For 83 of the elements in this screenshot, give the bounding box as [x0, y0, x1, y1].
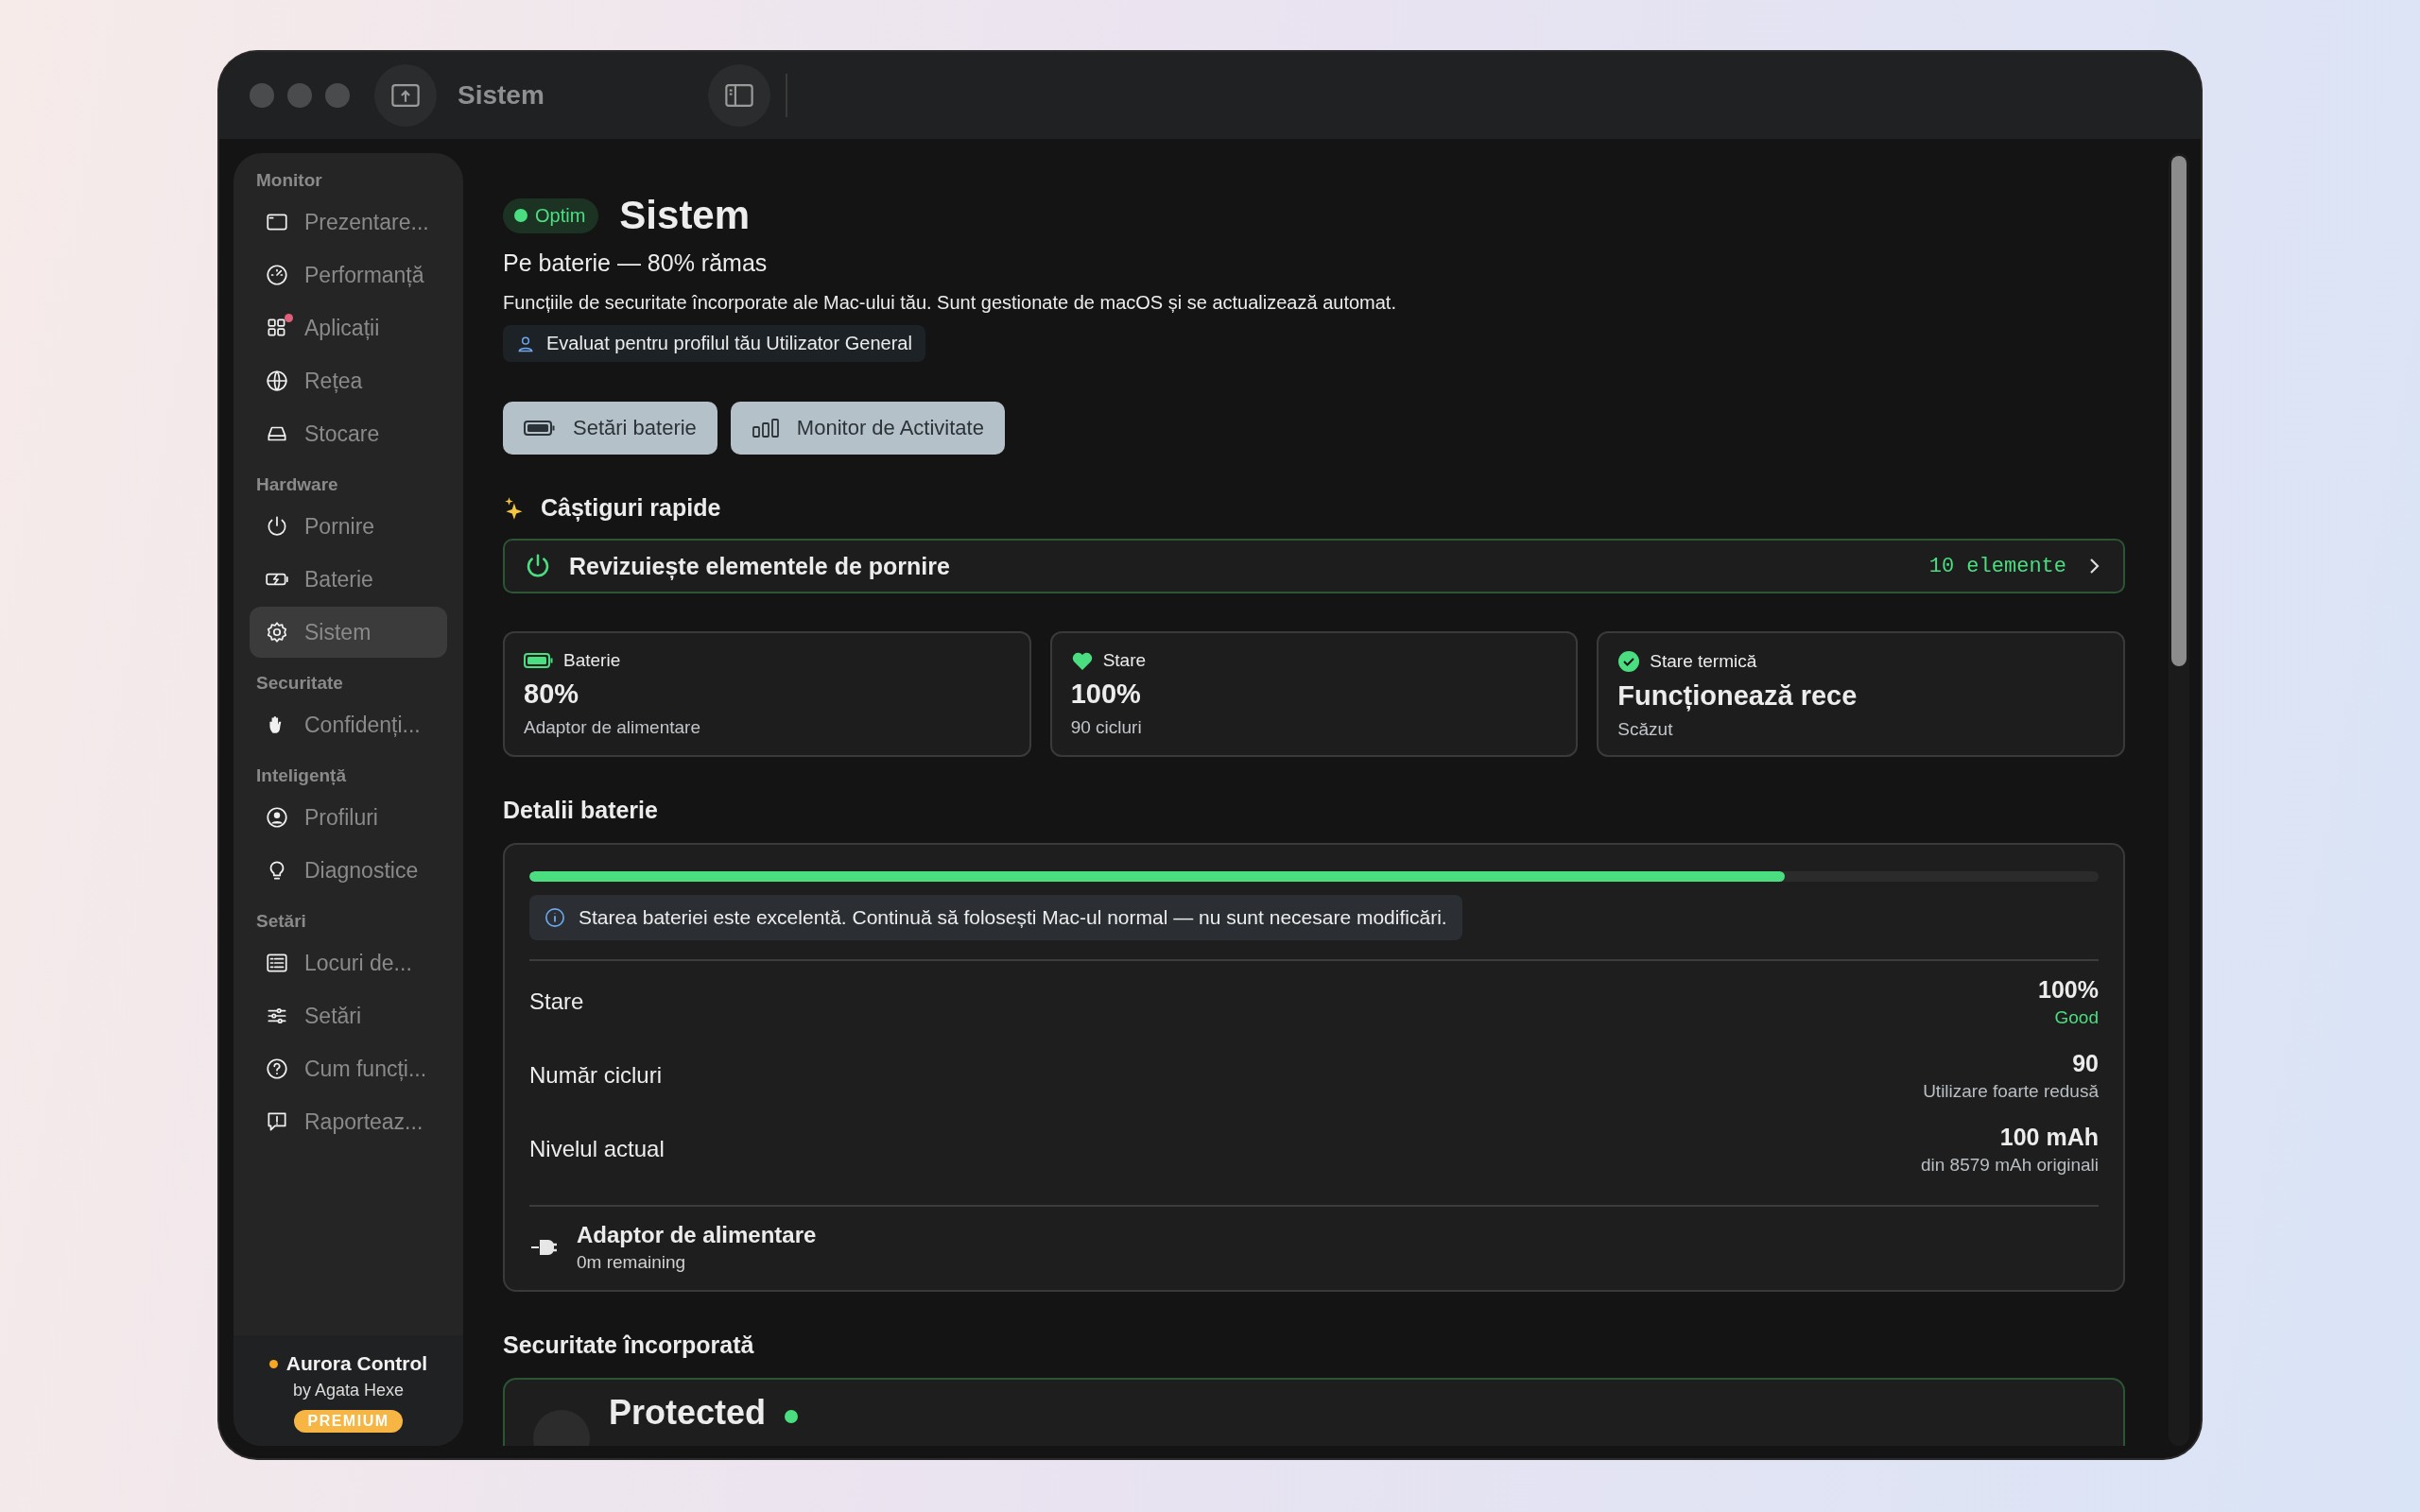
- card-value: Funcționează rece: [1617, 680, 1858, 712]
- card-label: Baterie: [563, 650, 621, 671]
- sidebar-item[interactable]: Rețea: [250, 355, 447, 406]
- card-detail: Scăzut: [1617, 719, 1674, 740]
- detail-value: 100 mAh: [1999, 1123, 2099, 1151]
- gauge-icon: [265, 263, 289, 287]
- check-icon: [1617, 650, 1641, 673]
- gear-icon: [265, 620, 289, 644]
- detail-value: 100%: [2038, 975, 2099, 1004]
- info-text: Starea bateriei este excelentă. Continuă să folosești Mac-ul normal — nu sunt necesare modificări.: [579, 906, 1447, 929]
- section-label: Inteligență: [255, 765, 347, 787]
- battery-settings-button[interactable]: Setări baterie: [503, 402, 717, 455]
- sidebar-item[interactable]: Performanță: [250, 249, 447, 301]
- section-title: Detalii baterie: [503, 797, 659, 824]
- chip-text: Evaluat pentru profilul tău Utilizator General: [546, 333, 912, 354]
- sidebar-item[interactable]: Stocare: [250, 408, 447, 459]
- list-icon: [265, 951, 289, 975]
- card-value: 80%: [524, 679, 580, 710]
- globe-icon: [265, 369, 289, 393]
- scrollbar-thumb[interactable]: [2171, 156, 2187, 666]
- user-icon: [265, 805, 289, 830]
- section-title: Securitate încorporată: [503, 1332, 755, 1359]
- section-label: Setări: [255, 910, 307, 933]
- detail-label: Număr cicluri: [529, 1062, 662, 1089]
- card-value: 100%: [1070, 679, 1142, 710]
- sidebar-item[interactable]: Prezentare...: [250, 197, 447, 248]
- section-label: Monitor: [255, 169, 323, 192]
- sidebar-item[interactable]: Pornire: [250, 501, 447, 552]
- card-detail: 90 cicluri: [1070, 717, 1143, 738]
- section-label: Hardware: [255, 473, 339, 496]
- quick-win-row[interactable]: Revizuiește elementele de pornire 10 elemente: [503, 539, 2125, 593]
- detail-note: Utilizare foarte redusă: [1923, 1080, 2099, 1102]
- sidebar-item[interactable]: Aplicații: [250, 302, 447, 353]
- author-text: by Agata Hexe: [292, 1381, 405, 1400]
- detail-value: 90: [2072, 1049, 2099, 1077]
- battery-icon: [524, 651, 554, 670]
- heart-icon: [1070, 650, 1094, 671]
- section-label: Securitate: [255, 672, 344, 695]
- chevron-icon: [2087, 557, 2100, 576]
- detail-label: Nivelul actual: [529, 1136, 665, 1162]
- description: Funcțiile de securitate încorporate ale Mac-ului tău. Sunt gestionate de macOS și se actualizează automat.: [503, 292, 1397, 314]
- page-title: Sistem: [619, 193, 751, 238]
- activity-monitor-button[interactable]: Monitor de Activitate: [730, 402, 1005, 455]
- bar-chart-icon: [751, 418, 780, 438]
- battery-icon: [524, 419, 556, 438]
- app-name: Aurora Control: [285, 1352, 428, 1375]
- sidebar-item[interactable]: Confidenți...: [250, 699, 447, 750]
- security-status: Protected: [609, 1393, 767, 1433]
- section-title: Câștiguri rapide: [541, 494, 721, 522]
- feedback-icon: [265, 1109, 289, 1134]
- sidebar-icon: [723, 81, 755, 110]
- sidebar-item[interactable]: Baterie: [250, 554, 447, 605]
- sidebar-item[interactable]: Raporteaz...: [250, 1096, 447, 1147]
- sidebar-item[interactable]: Setări: [250, 990, 447, 1041]
- upload-icon: [389, 81, 422, 110]
- subtitle: Pe baterie — 80% rămas: [503, 249, 769, 277]
- status-badge: Optim: [503, 198, 599, 233]
- status-dot: [268, 1359, 278, 1368]
- window-title: Sistem: [458, 80, 545, 111]
- help-icon: [265, 1057, 289, 1081]
- premium-badge: PREMIUM: [294, 1410, 403, 1433]
- sidebar-item[interactable]: Diagnostice: [250, 845, 447, 896]
- card-label: Stare: [1102, 650, 1147, 671]
- power-source-title: Adaptor de alimentare: [577, 1222, 817, 1248]
- close-button[interactable]: [250, 83, 274, 108]
- sidebar-item[interactable]: Locuri de...: [250, 937, 447, 988]
- detail-note: din 8579 mAh originali: [1921, 1154, 2099, 1176]
- zoom-button[interactable]: [325, 83, 350, 108]
- power-source-subtitle: 0m remaining: [577, 1252, 687, 1273]
- card-label: Stare termică: [1650, 651, 1757, 672]
- quick-win-label: Revizuiește elementele de pornire: [569, 552, 951, 580]
- minimize-button[interactable]: [287, 83, 312, 108]
- notification-dot: [285, 314, 293, 322]
- status-dot: [785, 1410, 799, 1423]
- detail-label: Stare: [529, 988, 584, 1015]
- detail-note: Good: [2054, 1006, 2099, 1028]
- sidebar-item[interactable]: Cum funcți...: [250, 1043, 447, 1094]
- info-icon: [544, 907, 565, 928]
- sidebar-item[interactable]: Sistem: [250, 607, 447, 658]
- plug-icon: [529, 1237, 558, 1258]
- sidebar-item[interactable]: Profiluri: [250, 792, 447, 843]
- item-count: 10 elemente: [1928, 554, 2066, 578]
- card-detail: Adaptor de alimentare: [524, 717, 701, 738]
